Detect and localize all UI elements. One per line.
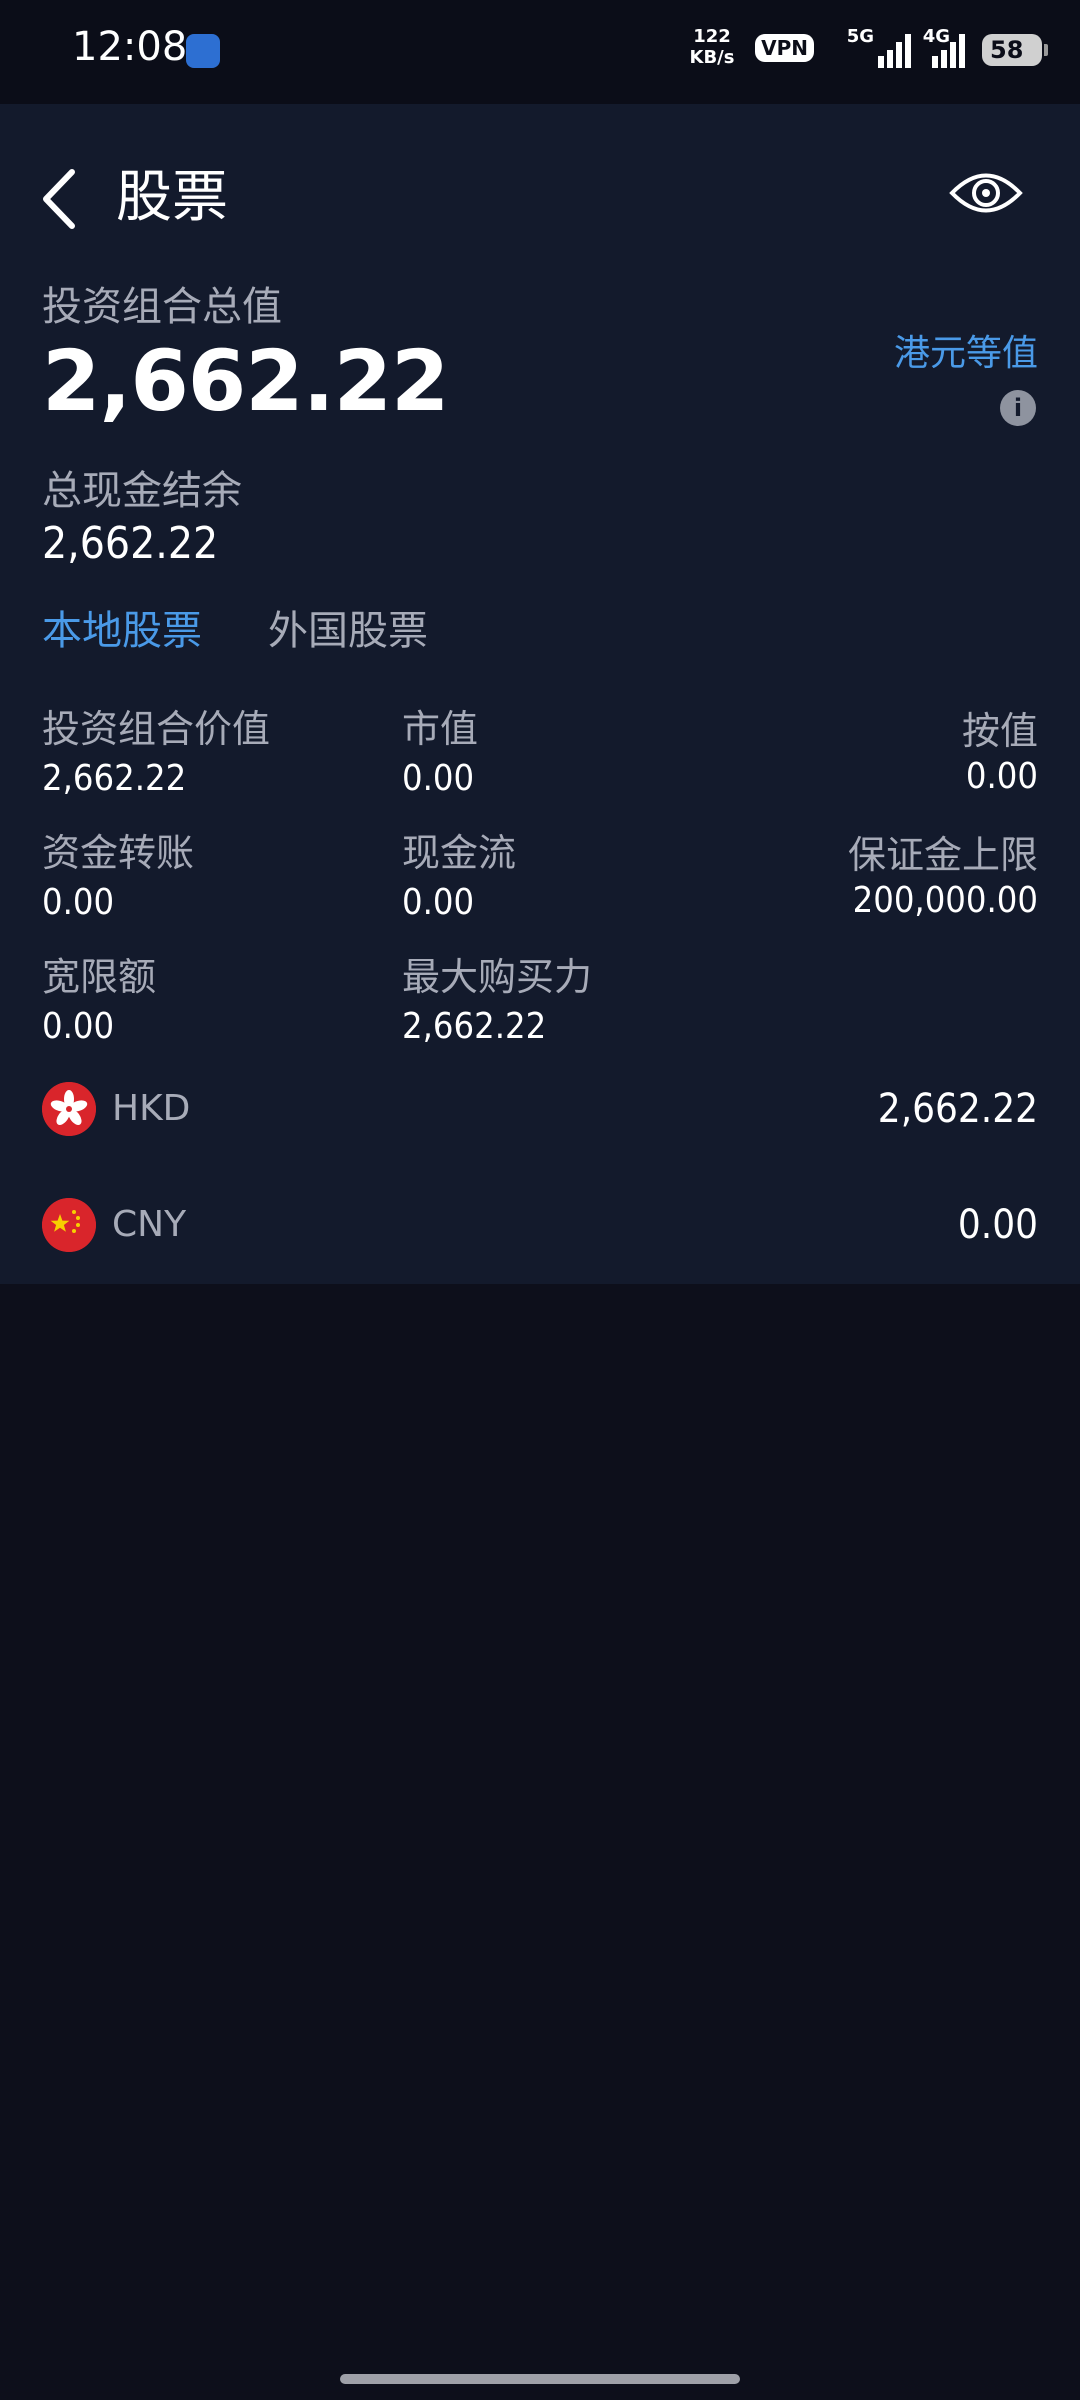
metric-value-max-buying-power: 2,662.22 <box>402 1006 547 1047</box>
metric-label-max-buying-power: 最大购买力 <box>402 955 593 999</box>
currency-amount-hkd: 2,662.22 <box>877 1086 1038 1132</box>
metric-value-fund-transfer: 0.00 <box>42 882 115 923</box>
stock-summary-card: 股票 投资组合总值 2,662.22 港元等值 i 总现金结余 2,662.22… <box>0 104 1080 1284</box>
signal-4g-icon <box>932 34 965 68</box>
tab-foreign-stocks[interactable]: 外国股票 <box>268 598 428 656</box>
network-5g-label: 5G <box>846 26 874 47</box>
currency-row-cny: CNY 0.00 <box>42 1198 1038 1258</box>
currency-row-hkd: HKD 2,662.22 <box>42 1082 1038 1142</box>
speed-unit: KB/s <box>689 47 735 68</box>
hong-kong-flag-icon <box>42 1082 96 1136</box>
status-time: 12:08 <box>72 24 188 70</box>
metric-label-pledge-value: 按值 <box>961 709 1038 753</box>
metric-label-portfolio-value: 投资组合价值 <box>42 707 271 751</box>
network-speed: 122 KB/s <box>682 26 742 68</box>
battery-indicator: 58 <box>982 34 1048 66</box>
currency-code-cny: CNY <box>112 1204 187 1245</box>
speed-value: 122 <box>693 26 731 47</box>
hkd-equivalent-link[interactable]: 港元等值 <box>894 324 1038 376</box>
page-title: 股票 <box>116 165 228 230</box>
app-notification-icon <box>186 34 220 68</box>
total-portfolio-value: 2,662.22 <box>42 332 450 430</box>
total-cash-label: 总现金结余 <box>42 468 242 514</box>
metric-value-market-value: 0.00 <box>402 758 475 799</box>
metric-label-fund-transfer: 资金转账 <box>42 831 195 875</box>
currency-amount-cny: 0.00 <box>957 1202 1038 1248</box>
metric-label-grace-limit: 宽限额 <box>42 955 157 999</box>
metric-label-cash-flow: 现金流 <box>402 831 517 875</box>
total-portfolio-label: 投资组合总值 <box>42 284 282 330</box>
eye-toggle-icon[interactable] <box>948 166 1024 220</box>
status-bar: 12:08 122 KB/s VPN 5G 4G 58 <box>0 0 1080 104</box>
currency-code-hkd: HKD <box>112 1088 191 1129</box>
metric-label-market-value: 市值 <box>402 707 479 751</box>
metric-value-cash-flow: 0.00 <box>402 882 475 923</box>
total-cash-value: 2,662.22 <box>42 518 219 569</box>
metric-label-margin-limit: 保证金上限 <box>847 833 1038 877</box>
metric-value-pledge-value: 0.00 <box>965 756 1038 797</box>
metric-value-portfolio-value: 2,662.22 <box>42 758 187 799</box>
metric-value-margin-limit: 200,000.00 <box>852 880 1038 921</box>
info-icon[interactable]: i <box>1000 390 1036 426</box>
vpn-badge: VPN <box>755 34 814 62</box>
metric-value-grace-limit: 0.00 <box>42 1006 115 1047</box>
back-arrow-icon[interactable] <box>36 164 86 234</box>
home-indicator[interactable] <box>340 2374 740 2384</box>
tab-local-stocks[interactable]: 本地股票 <box>42 598 202 656</box>
china-flag-icon <box>42 1198 96 1252</box>
signal-5g-icon <box>878 34 911 68</box>
status-indicators: 122 KB/s VPN 5G 4G 58 <box>642 24 1048 74</box>
